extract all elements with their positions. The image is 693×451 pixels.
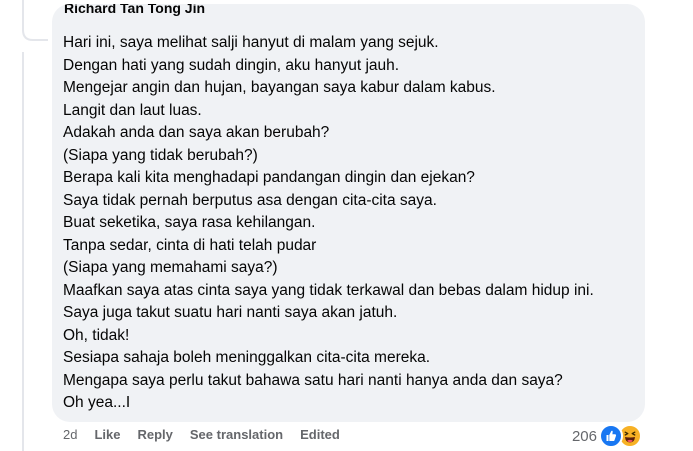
- comment-actions: 2d Like Reply See translation Edited: [63, 427, 340, 442]
- comment-body: Hari ini, saya melihat salji hanyut di m…: [63, 32, 594, 415]
- see-translation-link[interactable]: See translation: [190, 427, 283, 442]
- comment-line: Berapa kali kita menghadapi pandangan di…: [63, 169, 475, 186]
- comment-line: Buat seketika, saya rasa kehilangan.: [63, 214, 316, 231]
- comment-line: Oh yea...I: [63, 394, 131, 411]
- comment-line: Maafkan saya atas cinta saya yang tidak …: [63, 281, 594, 299]
- thread-line: [22, 52, 24, 451]
- comment-line: Saya tidak pernah berputus asa dengan ci…: [63, 191, 437, 209]
- reaction-summary[interactable]: 206: [572, 424, 642, 448]
- comment-line: Mengapa saya perlu takut bahawa satu har…: [63, 371, 563, 389]
- thread-connector: [22, 0, 48, 41]
- comment-line: Hari ini, saya melihat salji hanyut di m…: [63, 34, 439, 51]
- comment-line: Langit dan laut luas.: [63, 101, 202, 119]
- comment-line: Tanpa sedar, cinta di hati telah pudar: [63, 236, 317, 254]
- reply-button[interactable]: Reply: [137, 427, 172, 442]
- comment-line: Mengejar angin dan hujan, bayangan saya …: [63, 79, 496, 96]
- edited-label[interactable]: Edited: [300, 427, 340, 442]
- like-button[interactable]: Like: [94, 427, 120, 442]
- comment-timestamp[interactable]: 2d: [63, 427, 77, 442]
- comment-author[interactable]: Richard Tan Tong Jin: [64, 4, 205, 16]
- comment-line: Adakah anda dan saya akan berubah?: [63, 124, 330, 141]
- comment-line: (Siapa yang memahami saya?): [63, 259, 278, 276]
- comment-line: Saya juga takut suatu hari nanti saya ak…: [63, 304, 398, 321]
- comment-line: Oh, tidak!: [63, 326, 130, 344]
- comment-line: Dengan hati yang sudah dingin, aku hanyu…: [63, 56, 400, 74]
- reaction-count[interactable]: 206: [572, 428, 597, 445]
- comment-line: Sesiapa sahaja boleh meninggalkan cita-c…: [63, 349, 431, 366]
- like-icon: [599, 424, 623, 448]
- comment-bubble: Richard Tan Tong Jin Hari ini, saya meli…: [52, 4, 645, 422]
- comment-line: (Siapa yang tidak berubah?): [63, 146, 258, 164]
